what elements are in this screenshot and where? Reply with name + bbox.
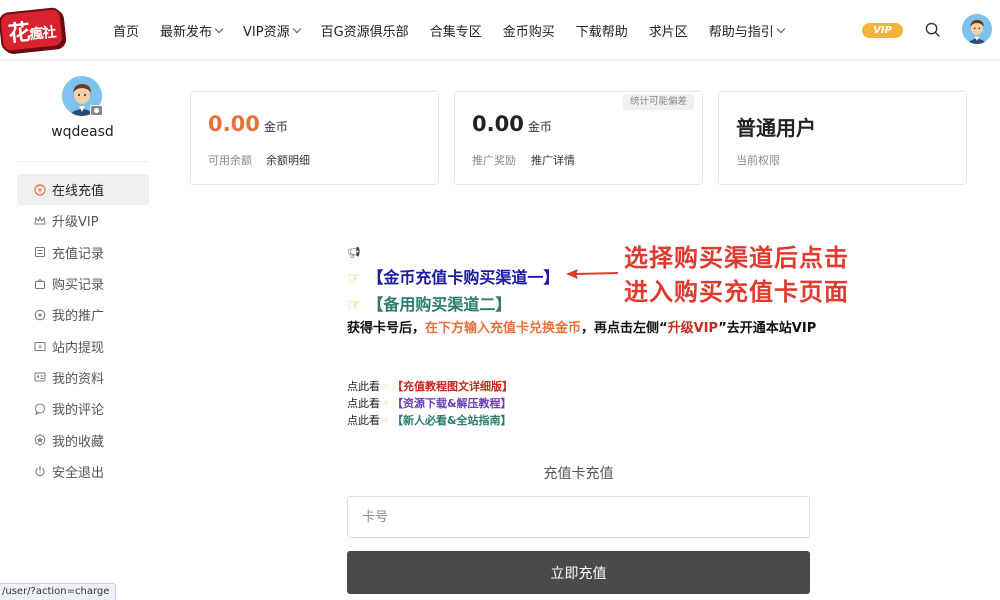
nav-item-5[interactable]: 金币购买 [503,21,555,40]
vip-badge[interactable]: VIP [862,23,903,38]
promo-value: 0.00 金币 [472,112,552,136]
crown-icon [34,215,46,227]
search-icon[interactable] [925,22,940,37]
card-number-input[interactable] [347,496,810,538]
sidebar-item-label: 我的收藏 [52,434,105,450]
balance-label: 可用余额 [208,154,252,167]
stat-deviation-tag: 统计可能偏差 [622,94,694,110]
sidebar-item-3[interactable]: 购买记录 [17,268,149,299]
chevron-down-icon [292,24,301,33]
sidebar-item-7[interactable]: 我的评论 [17,393,149,424]
instruction-text: 获得卡号后，在下方输入充值卡兑换金币，再点击左侧“升级VIP”去开通本站VIP [347,321,817,336]
newbie-guide-row: 点此看☞ 【新人必看&全站指南】 [347,414,512,427]
sidebar-item-label: 我的资料 [52,371,105,387]
power-icon [34,465,46,477]
share-icon [34,309,46,321]
sidebar-item-label: 站内提现 [52,340,105,356]
sidebar-item-5[interactable]: ¥ 站内提现 [17,330,149,361]
tutorial-link-row: 点此看☞ 【充值教程图文详细版】 [347,380,513,393]
nav-item-7[interactable]: 求片区 [649,21,688,40]
role-label: 当前权限 [736,154,780,167]
nav-item-1[interactable]: 最新发布 [160,21,224,40]
sidebar-item-label: 在线充值 [52,184,105,200]
channel-one-link[interactable]: ☞ 【金币充值卡购买渠道一】 [347,264,559,288]
sidebar-item-label: 安全退出 [52,465,105,481]
sidebar-item-label: 我的评论 [52,403,105,419]
nav-item-6[interactable]: 下载帮助 [576,21,628,40]
status-bar-url: /user/?action=charge [0,583,117,600]
svg-text:¥: ¥ [38,186,43,194]
wallet-icon: ¥ [34,340,46,352]
sidebar-item-4[interactable]: 我的推广 [17,299,149,330]
sidebar-menu: ¥ 在线充值升级VIP 充值记录购买记录我的推广 ¥ 站内提现我的资料我的评论我的收藏安… [17,174,149,487]
nav-item-8[interactable]: 帮助与指引 [709,21,786,40]
pointing-hand-icon: ☞ [381,382,390,393]
sidebar-item-2[interactable]: 充值记录 [17,237,149,268]
newbie-guide-link[interactable]: 【新人必看&全站指南】 [392,414,512,427]
nav-item-3[interactable]: 百G资源俱乐部 [321,21,409,40]
pointing-hand-icon: ☞ [347,268,362,287]
balance-detail-link[interactable]: 余额明细 [266,152,310,168]
sidebar-item-6[interactable]: 我的资料 [17,362,149,393]
username: wqdeasd [51,124,114,140]
red-arrow-icon [566,269,619,279]
download-guide-link[interactable]: 【资源下载&解压教程】 [392,397,512,410]
main-nav: 首页 最新发布 VIP资源 百G资源俱乐部 合集专区 金币购买 下载帮助 求片区 帮助与指引 [113,0,805,60]
channel-two-link[interactable]: ☞ 【备用购买渠道二】 [347,291,511,315]
nav-item-0[interactable]: 首页 [113,21,139,40]
comment-icon [34,403,46,415]
recharge-button[interactable]: 立即充值 [347,551,810,594]
tutorial-link[interactable]: 【充值教程图文详细版】 [392,380,513,393]
sidebar-item-label: 升级VIP [52,215,99,231]
list-icon [34,246,46,258]
sidebar-item-label: 我的推广 [52,309,105,325]
user-avatar[interactable] [962,14,992,44]
download-guide-row: 点此看☞ 【资源下载&解压教程】 [347,397,512,410]
promo-label: 推广奖励 [472,154,516,167]
sidebar-item-9[interactable]: 安全退出 [17,456,149,487]
balance-card: 0.00 金币 可用余额 余额明细 [190,91,439,185]
divider [17,161,149,162]
svg-text:¥: ¥ [38,344,42,351]
nav-item-4[interactable]: 合集专区 [430,21,482,40]
sidebar-item-1[interactable]: 升级VIP [17,205,149,236]
annotation-line-2: 进入购买充值卡页面 [624,278,849,306]
sidebar: wqdeasd ¥ 在线充值升级VIP 充值记录购买记录我的推广 ¥ 站内提现我的资料我… [0,61,165,600]
promo-card: 统计可能偏差 0.00 金币 推广奖励 推广详情 [454,91,703,185]
megaphone-icon: 📢︎ [347,246,361,259]
role-value: 普通用户 [736,116,816,140]
id-card-icon [34,371,46,383]
sidebar-item-8[interactable]: 我的收藏 [17,424,149,455]
promo-detail-link[interactable]: 推广详情 [531,152,575,168]
top-header: 花瘋社 首页 最新发布 VIP资源 百G资源俱乐部 合集专区 金币购买 下载帮助 求片区 帮助与… [0,0,1000,60]
camera-icon[interactable] [90,105,103,116]
pointing-hand-icon: ☞ [381,399,390,410]
role-card: 普通用户 当前权限 [718,91,967,185]
coin-icon: ¥ [34,184,46,196]
pointing-hand-icon: ☞ [381,416,390,427]
chevron-down-icon [214,24,224,33]
pointing-hand-icon: ☞ [347,295,362,314]
sidebar-item-0[interactable]: ¥ 在线充值 [17,174,149,206]
sidebar-item-label: 购买记录 [52,278,105,294]
sidebar-item-label: 充值记录 [52,246,105,262]
balance-value: 0.00 金币 [208,112,288,136]
bag-icon [34,278,46,290]
chevron-down-icon [776,24,786,33]
nav-item-2[interactable]: VIP资源 [243,21,301,40]
charge-section-title: 充值卡充值 [543,466,614,482]
star-icon [34,434,46,446]
site-logo[interactable]: 花瘋社 [0,6,90,54]
annotation-line-1: 选择购买渠道后点击 [624,244,849,272]
